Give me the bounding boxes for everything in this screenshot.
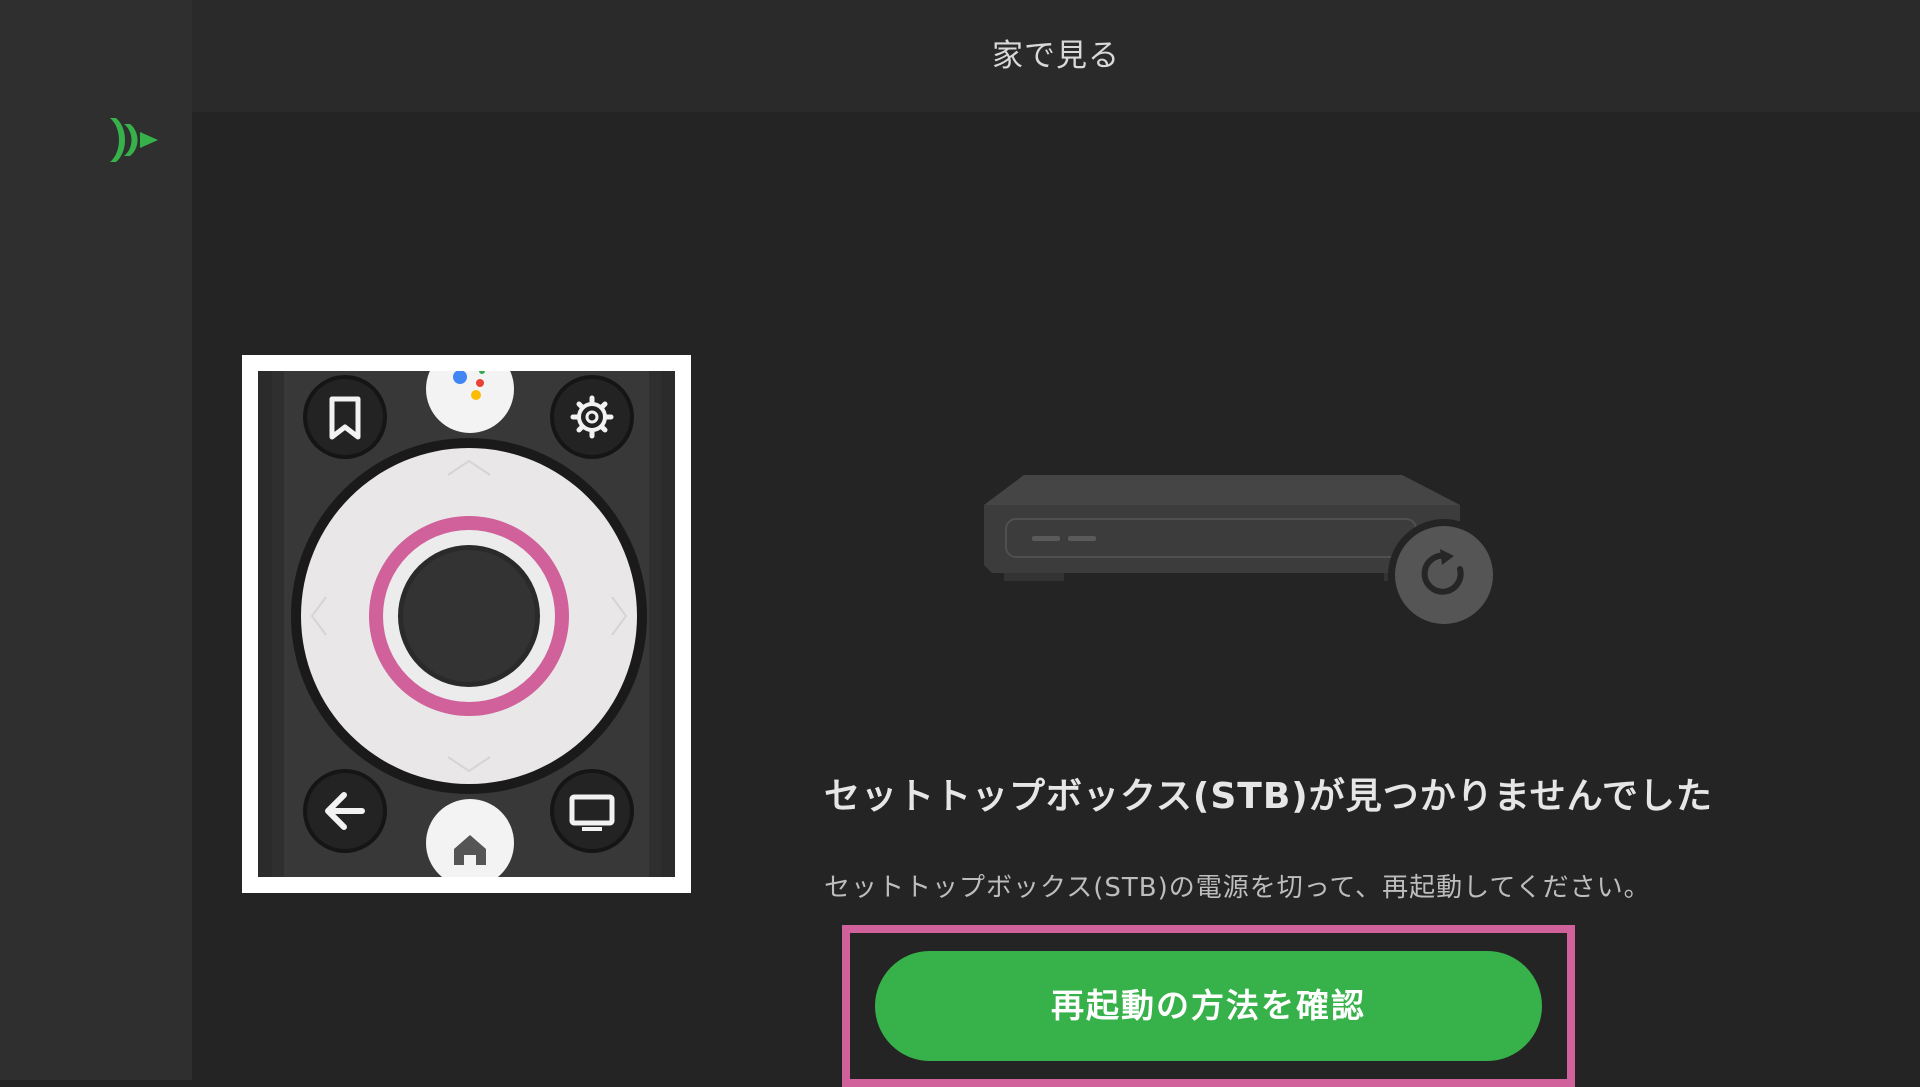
- tv-icon: [550, 769, 634, 853]
- header: 家で見る: [192, 0, 1920, 112]
- bookmark-icon: [303, 375, 387, 459]
- gear-icon: [550, 375, 634, 459]
- remote-body: [258, 371, 675, 877]
- page-title: 家で見る: [992, 38, 1120, 74]
- back-arrow-icon: [303, 769, 387, 853]
- set-top-box-icon: [984, 475, 1496, 629]
- remote-illustration: [242, 355, 691, 893]
- dpad: [291, 438, 647, 794]
- error-heading: セットトップボックス(STB)が見つかりませんでした: [824, 776, 1713, 817]
- remote-graphic: [258, 371, 675, 877]
- sidebar: [0, 0, 192, 1080]
- play-logo-icon: [110, 118, 158, 162]
- confirm-restart-button[interactable]: 再起動の方法を確認: [875, 951, 1542, 1061]
- error-description: セットトップボックス(STB)の電源を切って、再起動してください。: [824, 873, 1651, 903]
- main-content: セットトップボックス(STB)が見つかりませんでした セットトップボックス(ST…: [192, 112, 1920, 1087]
